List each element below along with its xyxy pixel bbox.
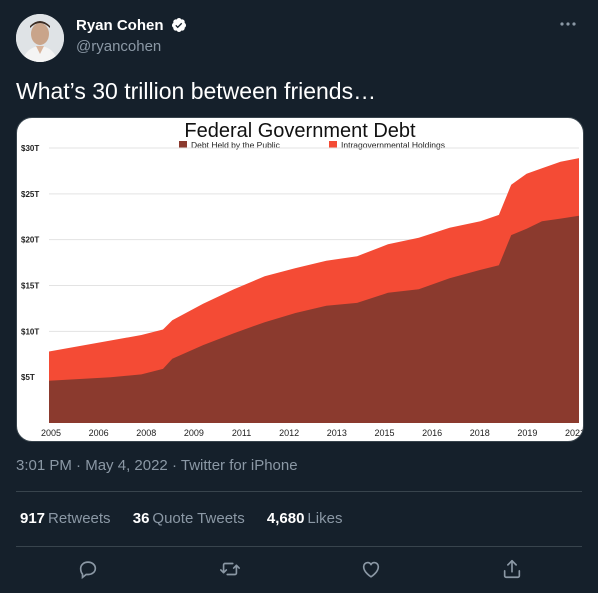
like-button[interactable] <box>357 555 385 583</box>
retweet-icon <box>220 562 240 576</box>
tweet-time[interactable]: 3:01 PM <box>16 457 72 474</box>
x-tick-label: 2021 <box>565 428 583 438</box>
reply-button[interactable] <box>74 555 102 583</box>
y-tick-label: $30T <box>21 144 39 153</box>
y-tick-label: $15T <box>21 282 39 291</box>
retweets-stat[interactable]: 917 Retweets <box>20 510 111 527</box>
x-tick-label: 2008 <box>136 428 156 438</box>
x-tick-label: 2011 <box>232 428 251 438</box>
chart-title: Federal Government Debt <box>184 120 416 142</box>
x-tick-label: 2019 <box>517 428 537 438</box>
retweets-count: 917 <box>20 510 46 527</box>
tweet-source[interactable]: Twitter for iPhone <box>181 457 298 474</box>
x-tick-label: 2009 <box>184 428 204 438</box>
x-tick-label: 2016 <box>422 428 442 438</box>
retweets-label: Retweets <box>48 510 111 527</box>
meta-separator: · <box>76 457 82 474</box>
quotes-stat[interactable]: 36 Quote Tweets <box>133 510 245 527</box>
meta-separator: · <box>171 457 177 474</box>
legend-swatch <box>179 141 187 148</box>
tweet-actions <box>16 555 582 585</box>
tweet-stats: 917 Retweets 36 Quote Tweets 4,680 Likes <box>20 510 360 527</box>
y-axis: $5T $10T $15T $20T $25T $30T <box>21 144 39 382</box>
more-icon[interactable] <box>558 14 578 39</box>
tweet-text: What’s 30 trillion between friends… <box>16 78 377 104</box>
x-tick-label: 2012 <box>279 428 299 438</box>
x-tick-label: 2015 <box>374 428 394 438</box>
reply-icon <box>79 561 97 580</box>
x-tick-label: 2006 <box>89 428 109 438</box>
share-icon <box>503 559 521 579</box>
y-tick-label: $10T <box>21 327 39 336</box>
x-tick-label: 2005 <box>41 428 61 438</box>
quotes-count: 36 <box>132 510 150 527</box>
author-name-row[interactable]: Ryan Cohen <box>76 17 187 34</box>
y-tick-label: $25T <box>21 190 39 199</box>
x-axis: 2005 2006 2008 2009 2011 2012 2013 2015 2016 2018… <box>41 428 583 438</box>
x-tick-label: 2013 <box>327 428 347 438</box>
verified-icon <box>171 18 186 32</box>
author-name[interactable]: Ryan Cohen <box>76 17 164 34</box>
divider <box>16 491 582 492</box>
divider <box>16 546 582 547</box>
quotes-label: Quote Tweets <box>152 510 245 527</box>
tweet-media[interactable]: Federal Government Debt Debt Held by the… <box>16 117 584 442</box>
share-button[interactable] <box>498 555 526 583</box>
x-tick-label: 2018 <box>470 428 490 438</box>
author-handle[interactable]: @ryancohen <box>76 38 161 55</box>
chart-areas <box>49 158 579 423</box>
tweet-date[interactable]: May 4, 2022 <box>85 457 168 474</box>
tweet-header: Ryan Cohen @ryancohen <box>16 14 582 64</box>
likes-label: Likes <box>307 510 343 527</box>
y-tick-label: $5T <box>21 373 35 382</box>
debt-chart: Federal Government Debt Debt Held by the… <box>21 120 583 438</box>
likes-stat[interactable]: 4,680 Likes <box>267 510 343 527</box>
likes-count: 4,680 <box>266 510 305 527</box>
avatar[interactable] <box>16 14 64 62</box>
tweet-meta: 3:01 PM · May 4, 2022 · Twitter for iPho… <box>16 457 298 474</box>
retweet-button[interactable] <box>216 555 244 583</box>
legend-swatch <box>329 141 337 148</box>
y-tick-label: $20T <box>21 236 39 245</box>
like-icon <box>362 561 380 578</box>
